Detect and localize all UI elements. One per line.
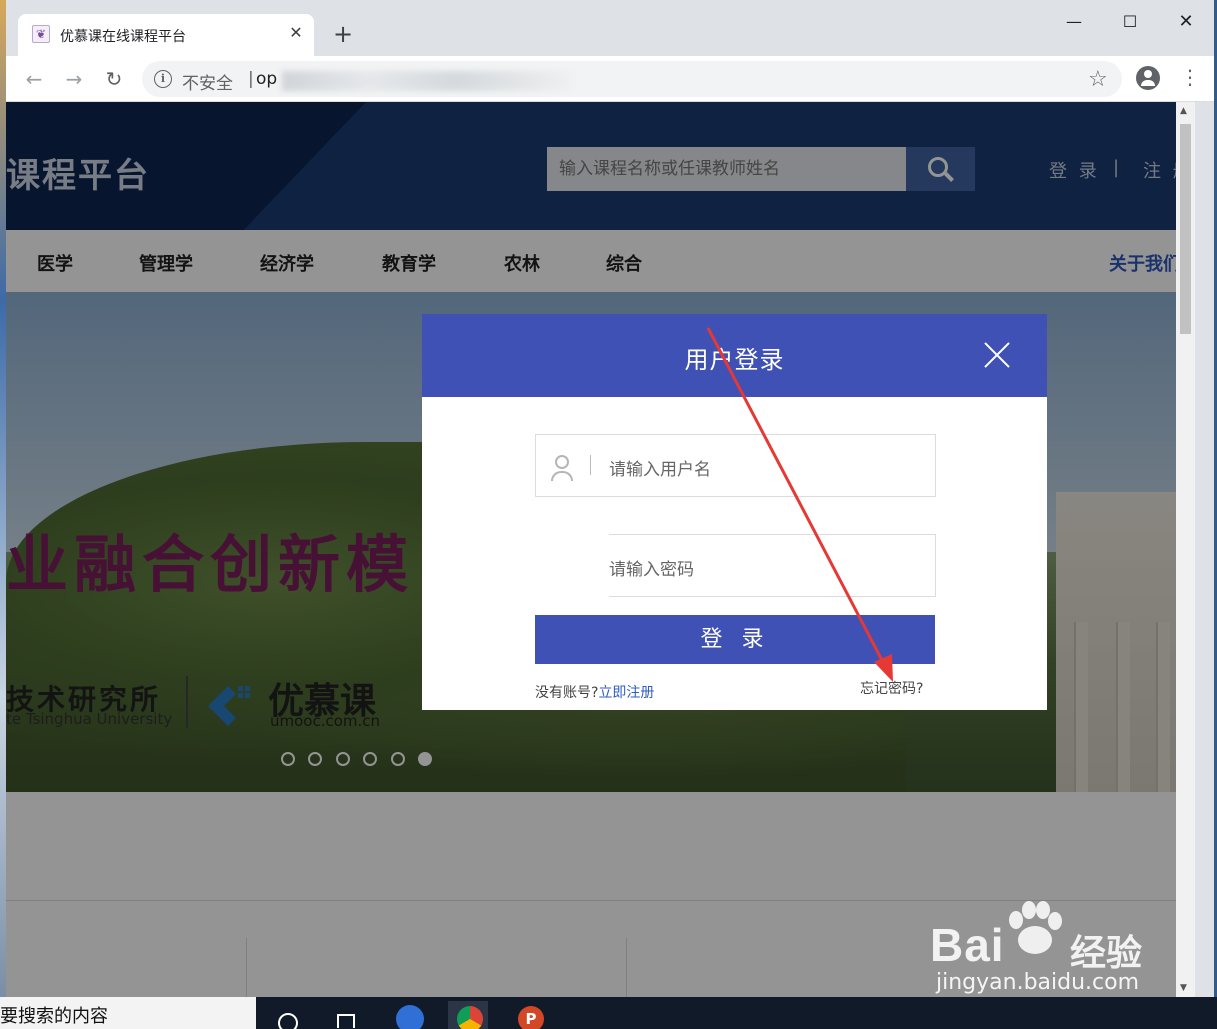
account-icon[interactable] [1136,66,1160,90]
url-blur [282,71,572,91]
scroll-up-icon[interactable]: ▲ [1180,106,1187,116]
register-now-link[interactable]: 立即注册 [598,685,654,701]
password-placeholder: 请输入密码 [609,560,694,580]
register-prompt: 没有账号?立即注册 [535,682,654,702]
scrollbar-thumb[interactable] [1180,124,1191,334]
tab-title: 优慕课在线课程平台 [60,29,186,45]
url-text[interactable]: op [256,69,277,89]
field-divider [590,455,591,475]
new-tab-button[interactable]: + [330,21,356,47]
tab-close-icon[interactable]: ✕ [286,23,306,43]
user-icon-box [536,435,598,496]
menu-icon[interactable]: ⋮ [1180,64,1200,90]
window-close-button[interactable]: ✕ [1163,8,1209,36]
scroll-down-icon[interactable]: ▼ [1180,983,1187,993]
tab-strip: ❦ 优慕课在线课程平台 ✕ + — ☐ ✕ [6,0,1214,56]
login-button[interactable]: 登 录 [535,615,935,664]
site-favicon-icon: ❦ [32,25,50,43]
forward-button[interactable]: → [59,64,89,94]
chrome-icon[interactable] [448,1001,488,1029]
star-icon[interactable]: ☆ [1088,67,1108,92]
no-account-text: 没有账号? [535,685,599,701]
info-icon[interactable]: i [154,70,172,88]
people-icon[interactable] [390,1001,430,1029]
username-placeholder: 请输入用户名 [609,460,711,480]
minimize-button[interactable]: — [1051,8,1097,36]
browser-window: ❦ 优慕课在线课程平台 ✕ + — ☐ ✕ ← → ↻ i 不安全 | op ☆… [6,0,1214,997]
modal-header: 用户登录 [422,314,1047,397]
browser-toolbar: ← → ↻ i 不安全 | op ☆ [6,56,1214,102]
user-icon-body [551,471,573,481]
browser-tab[interactable]: ❦ 优慕课在线课程平台 ✕ [18,14,314,56]
forgot-password-link[interactable]: 忘记密码? [860,678,923,698]
windows-taskbar: 要搜索的内容 [0,997,1217,1029]
reload-button[interactable]: ↻ [99,64,129,94]
task-view-icon[interactable] [326,1001,366,1029]
security-label[interactable]: 不安全 [182,69,233,94]
powerpoint-icon[interactable] [510,1001,550,1029]
password-field[interactable]: 请输入密码 [609,534,936,597]
address-separator: | [248,69,254,89]
username-field[interactable]: 请输入用户名 [535,434,936,497]
taskbar-search[interactable]: 要搜索的内容 [0,997,256,1029]
close-icon[interactable] [982,340,1012,370]
modal-title: 用户登录 [684,346,785,374]
back-button[interactable]: ← [19,64,49,94]
page-scrollbar[interactable]: ▲ ▼ [1176,102,1195,997]
cortana-icon[interactable] [266,1001,306,1029]
login-modal: 用户登录 请输入用户名 请输入密码 登 录 没有账号?立即注册 忘记密码? [422,314,1047,710]
web-page: 课程平台 输入课程名称或任课教师姓名 登 录 | 注 册 医学 管理学 经济学 … [6,102,1195,997]
maximize-button[interactable]: ☐ [1107,8,1153,36]
user-icon [555,455,569,469]
address-bar[interactable]: i 不安全 | op ☆ [142,61,1122,97]
